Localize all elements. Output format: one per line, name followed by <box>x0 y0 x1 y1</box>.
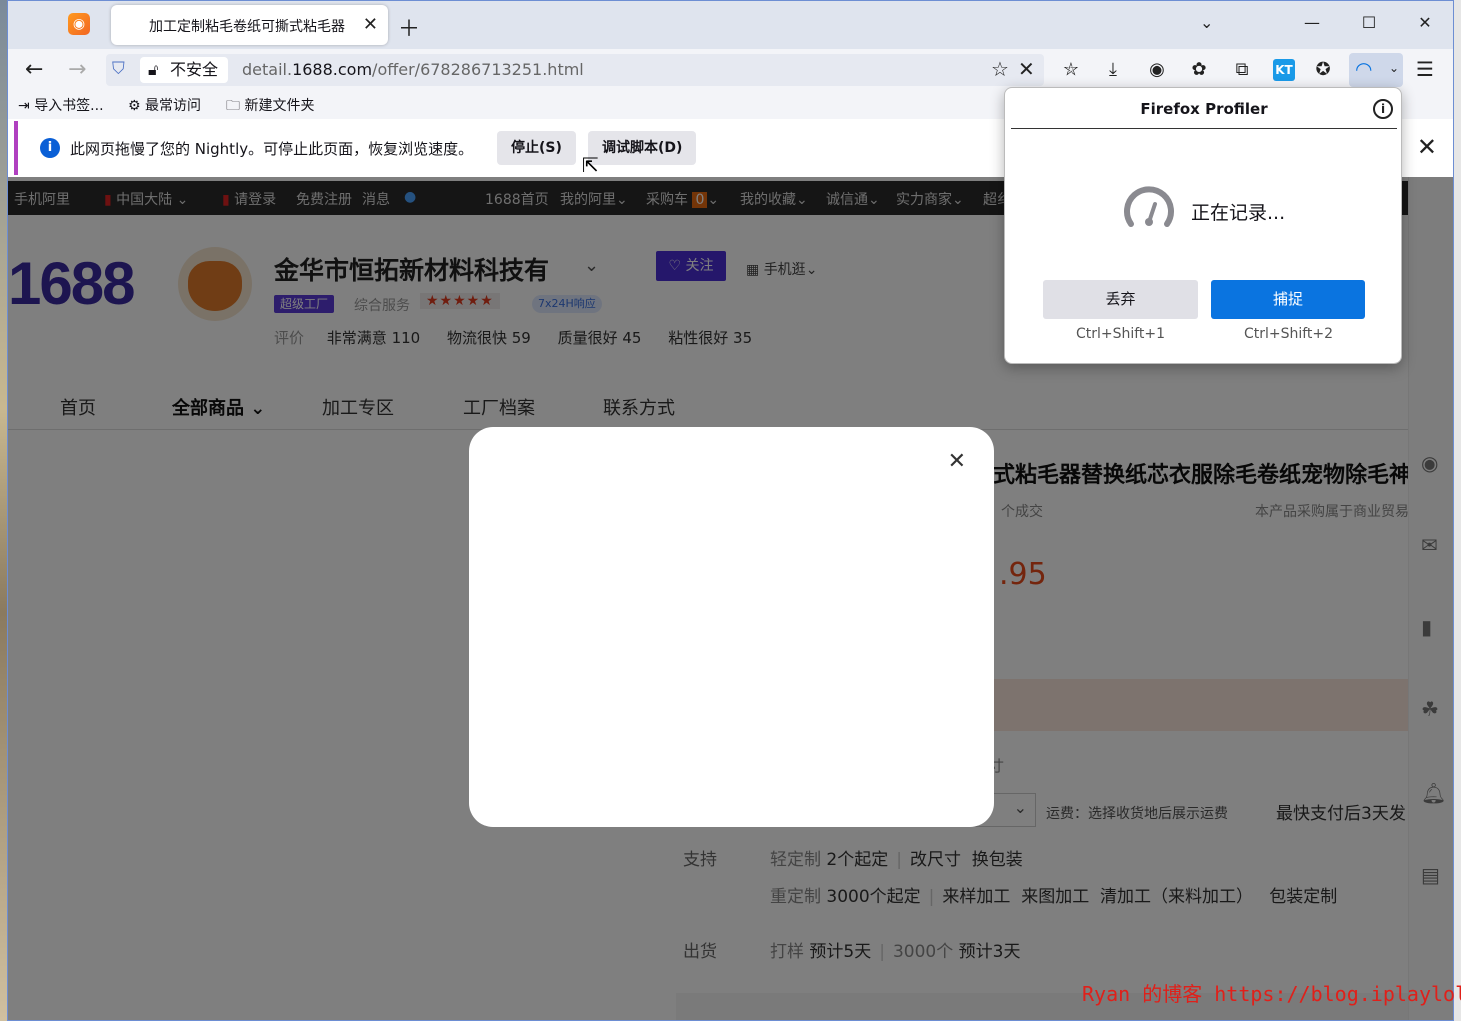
extensions-puzzle-icon[interactable]: ⧉ <box>1229 59 1255 80</box>
insecure-label: 不安全 <box>170 60 219 79</box>
tab-list-chevron-icon[interactable]: ⌄ <box>1200 13 1213 32</box>
downloads-icon[interactable]: ⤓ <box>1100 59 1126 80</box>
new-tab-button[interactable]: ＋ <box>398 11 420 43</box>
insecure-lock-icon: 🔓︎ <box>148 60 159 79</box>
stop-button[interactable]: 停止(S) <box>497 131 576 165</box>
url-bar[interactable]: ⛉ 🔓︎ 不安全 detail.1688.com/offer/678286713… <box>106 54 1044 86</box>
close-icon[interactable]: ✕ <box>1417 133 1437 161</box>
divider <box>1011 128 1397 129</box>
palette-icon[interactable]: ✪ <box>1310 59 1336 80</box>
maximize-button[interactable]: ☐ <box>1359 13 1379 32</box>
info-icon[interactable]: i <box>1373 99 1393 119</box>
debug-script-button[interactable]: 调试脚本(D) <box>588 131 697 165</box>
bookmark-most-visited[interactable]: ⚙ 最常访问 <box>128 95 201 115</box>
close-icon[interactable]: ✕ <box>948 449 966 474</box>
mouse-cursor-icon: ⇱ <box>582 153 599 177</box>
firefox-view-icon[interactable]: ◉ <box>68 13 90 35</box>
url-text[interactable]: detail.1688.com/offer/678286713251.html <box>242 60 584 79</box>
blank-modal: ✕ <box>469 427 994 827</box>
url-domain: 1688.com <box>292 60 373 79</box>
close-window-button[interactable]: ✕ <box>1415 13 1435 32</box>
watermark: Ryan 的博客 https://blog.iplayloli.com <box>1082 982 1461 1006</box>
popup-title: Firefox Profiler <box>1140 100 1268 118</box>
recording-gauge-icon <box>1124 186 1174 227</box>
browser-window: ◉ 加工定制粘毛卷纸可撕式粘毛器 ✕ ＋ ⌄ — ☐ ✕ ← → ⛉ 🔓︎ 不安… <box>7 0 1454 1021</box>
tab-title: 加工定制粘毛卷纸可撕式粘毛器 <box>149 19 345 35</box>
capture-button[interactable]: 捕捉 <box>1211 280 1365 319</box>
kt-extension-icon[interactable]: KT <box>1273 59 1295 81</box>
bookmark-most-visited-label: 最常访问 <box>145 98 202 114</box>
minimize-button[interactable]: — <box>1302 13 1322 32</box>
profiler-button[interactable]: ◠ ⌄ <box>1349 53 1403 87</box>
desktop-background <box>0 0 7 1021</box>
forward-button[interactable]: → <box>68 57 86 82</box>
pocket-icon[interactable]: ⛦ <box>1058 59 1084 80</box>
tab-close-icon[interactable]: ✕ <box>363 14 378 35</box>
profiler-popup: Firefox Profiler i 正在记录... 丢弃 捕捉 Ctrl+Sh… <box>1004 87 1402 364</box>
discard-shortcut: Ctrl+Shift+1 <box>1075 326 1166 342</box>
url-path: /offer/678286713251.html <box>372 60 584 79</box>
tracking-shield-icon[interactable]: ⛉ <box>112 59 125 79</box>
profiler-gauge-icon: ◠ <box>1355 57 1373 81</box>
info-icon: i <box>40 138 60 158</box>
import-icon: ⇥ <box>18 98 35 114</box>
stop-loading-icon[interactable]: ✕ <box>1018 57 1035 81</box>
discard-button[interactable]: 丢弃 <box>1043 280 1198 319</box>
bookmark-new-folder-label: 新建文件夹 <box>244 98 315 114</box>
extension-icon[interactable]: ✿ <box>1186 59 1212 80</box>
account-icon[interactable]: ◉ <box>1144 59 1170 80</box>
bookmark-import[interactable]: ⇥ 导入书签... <box>18 95 104 115</box>
insecure-badge[interactable]: 🔓︎ 不安全 <box>140 57 229 83</box>
chevron-down-icon[interactable]: ⌄ <box>1389 61 1399 75</box>
capture-shortcut: Ctrl+Shift+2 <box>1243 326 1334 342</box>
tab-active[interactable]: 加工定制粘毛卷纸可撕式粘毛器 ✕ <box>111 5 388 45</box>
tab-strip: ◉ 加工定制粘毛卷纸可撕式粘毛器 ✕ ＋ ⌄ — ☐ ✕ <box>8 1 1453 49</box>
bookmark-star-icon[interactable]: ☆ <box>991 57 1009 81</box>
bookmark-new-folder[interactable]: 🗀 新建文件夹 <box>226 95 314 119</box>
gear-icon: ⚙ <box>128 98 146 114</box>
back-button[interactable]: ← <box>25 57 43 82</box>
url-prefix: detail. <box>242 60 293 79</box>
hamburger-menu-icon[interactable]: ☰ <box>1416 57 1434 81</box>
recording-status: 正在记录... <box>1191 202 1286 224</box>
folder-icon: 🗀 <box>226 98 245 114</box>
notification-text: 此网页拖慢了您的 Nightly。可停止此页面，恢复浏览速度。 <box>70 140 474 158</box>
bookmark-import-label: 导入书签... <box>34 98 104 114</box>
navigation-bar: ← → ⛉ 🔓︎ 不安全 detail.1688.com/offer/67828… <box>8 49 1453 91</box>
